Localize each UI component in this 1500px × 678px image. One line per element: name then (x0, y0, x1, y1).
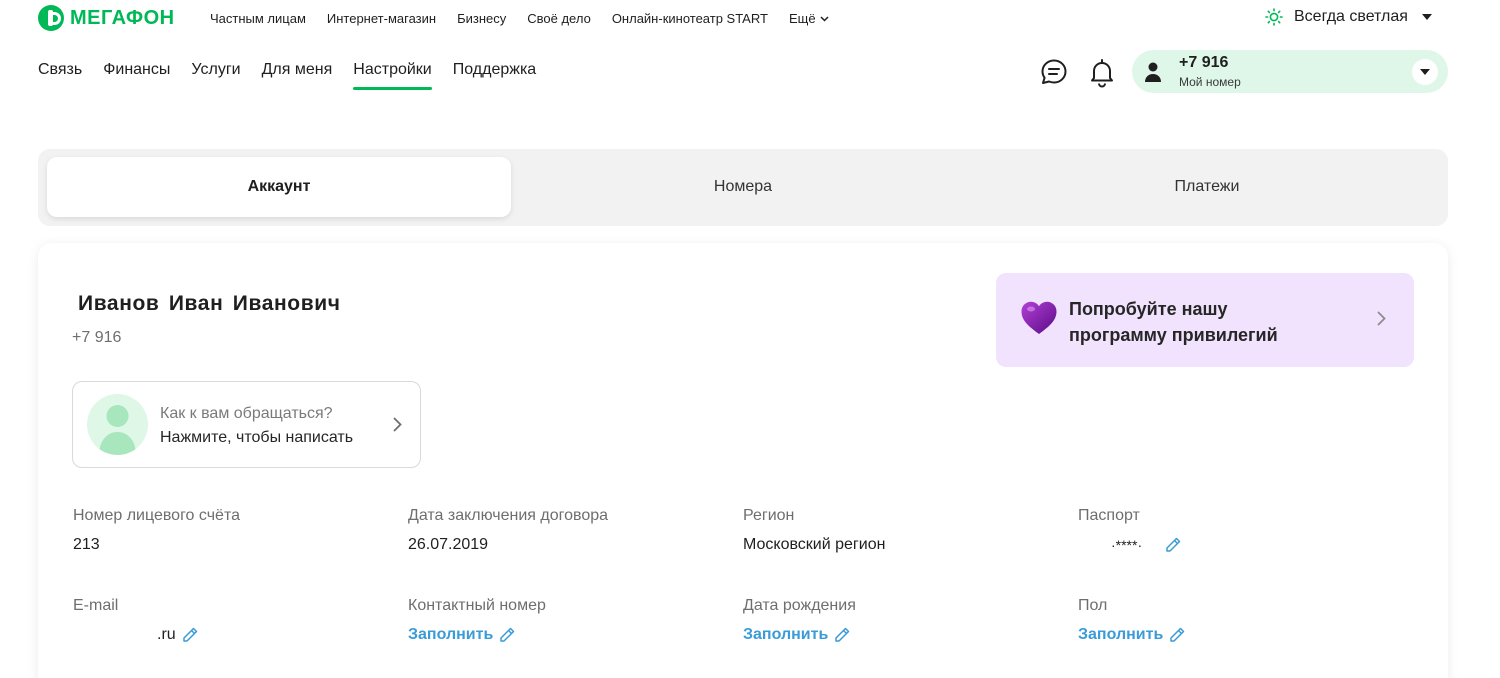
nav-for-me[interactable]: Для меня (262, 61, 333, 89)
avatar-placeholder-icon (99, 405, 136, 455)
field-label: Контактный номер (408, 597, 546, 614)
promo-text: Попробуйте нашу программу привилегий (1069, 299, 1278, 345)
privilege-program-banner[interactable]: Попробуйте нашу программу привилегий (996, 273, 1414, 367)
account-label: Мой номер (1179, 75, 1241, 89)
avatar (87, 394, 148, 455)
more-menu[interactable]: Ещё (789, 11, 829, 26)
tab-account[interactable]: Аккаунт (47, 157, 511, 217)
heart-icon (1021, 301, 1057, 334)
chevron-right-icon (393, 417, 402, 432)
link-private[interactable]: Частным лицам (210, 11, 306, 26)
account-switcher[interactable]: +7 916 Мой номер (1132, 50, 1448, 93)
fill-link-label: Заполнить (408, 626, 494, 643)
pencil-icon (1170, 627, 1185, 642)
settings-tabs: Аккаунт Номера Платежи (38, 149, 1448, 226)
field-label: Дата заключения договора (408, 507, 609, 524)
form-of-address-button[interactable]: Как к вам обращаться? Нажмите, чтобы нап… (72, 381, 421, 468)
email-value: .ru (157, 626, 176, 643)
chevron-down-icon (820, 15, 829, 22)
field-value-row: ·****· (1078, 536, 1182, 554)
pencil-icon[interactable] (1164, 536, 1182, 554)
field-label: Номер лицевого счёта (73, 507, 240, 524)
field-contact-number: Контактный номер Заполнить (408, 597, 546, 644)
nav-settings[interactable]: Настройки (353, 61, 433, 90)
field-value: Московский регион (743, 536, 886, 553)
fill-contact-number-link[interactable]: Заполнить (408, 626, 546, 644)
tab-payments[interactable]: Платежи (975, 157, 1439, 217)
top-utility-bar: МЕГАФОН Частным лицам Интернет-магазин Б… (0, 0, 1500, 38)
caret-down-icon (1420, 69, 1430, 75)
chat-icon[interactable] (1038, 56, 1070, 88)
pencil-icon (835, 627, 850, 642)
megafon-logo[interactable]: МЕГАФОН (38, 5, 175, 31)
address-question: Как к вам обращаться? (160, 405, 333, 422)
theme-switcher[interactable]: Всегда светлая (1265, 8, 1432, 26)
megafon-logo-mark (38, 5, 64, 31)
field-label: Пол (1078, 597, 1108, 614)
nav-finance[interactable]: Финансы (103, 61, 170, 89)
theme-label: Всегда светлая (1294, 8, 1408, 25)
field-region: Регион Московский регион (743, 507, 885, 554)
main-navigation: Связь Финансы Услуги Для меня Настройки … (38, 61, 557, 90)
field-value-row: .ru (73, 626, 199, 644)
profile-full-name: Иванов Иван Иванович (78, 292, 341, 315)
sun-icon (1265, 8, 1283, 26)
link-business[interactable]: Бизнесу (457, 11, 506, 26)
fill-link-label: Заполнить (1078, 626, 1164, 643)
bell-icon[interactable] (1086, 56, 1118, 88)
account-number: +7 916 (1179, 54, 1229, 71)
megafon-logo-text: МЕГАФОН (70, 6, 175, 29)
field-value: 26.07.2019 (408, 536, 489, 553)
user-icon (1145, 62, 1161, 82)
segment-links: Частным лицам Интернет-магазин Бизнесу С… (210, 11, 850, 26)
address-hint: Нажмите, чтобы написать (160, 429, 354, 446)
fill-birth-date-link[interactable]: Заполнить (743, 626, 856, 644)
more-label: Ещё (788, 11, 816, 26)
link-own-business[interactable]: Своё дело (527, 11, 591, 26)
tab-numbers[interactable]: Номера (511, 157, 975, 217)
field-passport: Паспорт ·****· (1078, 507, 1182, 554)
chevron-right-icon (1377, 311, 1386, 326)
fill-link-label: Заполнить (743, 626, 829, 643)
link-start-cinema[interactable]: Онлайн-кинотеатр START (612, 11, 768, 26)
field-email: E-mail .ru (73, 597, 199, 644)
field-contract-date: Дата заключения договора 26.07.2019 (408, 507, 608, 554)
field-gender: Пол Заполнить (1078, 597, 1186, 644)
field-value: 213 (73, 536, 100, 553)
link-shop[interactable]: Интернет-магазин (327, 11, 436, 26)
field-label: Паспорт (1078, 507, 1140, 524)
pencil-icon (500, 627, 515, 642)
account-dropdown-button[interactable] (1412, 59, 1438, 85)
field-account-number: Номер лицевого счёта 213 (73, 507, 240, 554)
profile-phone: +7 916 (72, 329, 122, 346)
field-label: Дата рождения (743, 597, 856, 614)
nav-support[interactable]: Поддержка (453, 61, 536, 89)
profile-card: Иванов Иван Иванович +7 916 Попробуйте н… (38, 243, 1448, 678)
field-birth-date: Дата рождения Заполнить (743, 597, 856, 644)
field-label: Регион (743, 507, 795, 524)
pencil-icon[interactable] (181, 626, 199, 644)
field-label: E-mail (73, 597, 119, 614)
caret-down-icon (1421, 14, 1432, 20)
nav-services[interactable]: Услуги (191, 61, 240, 89)
passport-masked-value: ·****· (1111, 537, 1143, 553)
fill-gender-link[interactable]: Заполнить (1078, 626, 1186, 644)
nav-svyaz[interactable]: Связь (38, 61, 82, 89)
